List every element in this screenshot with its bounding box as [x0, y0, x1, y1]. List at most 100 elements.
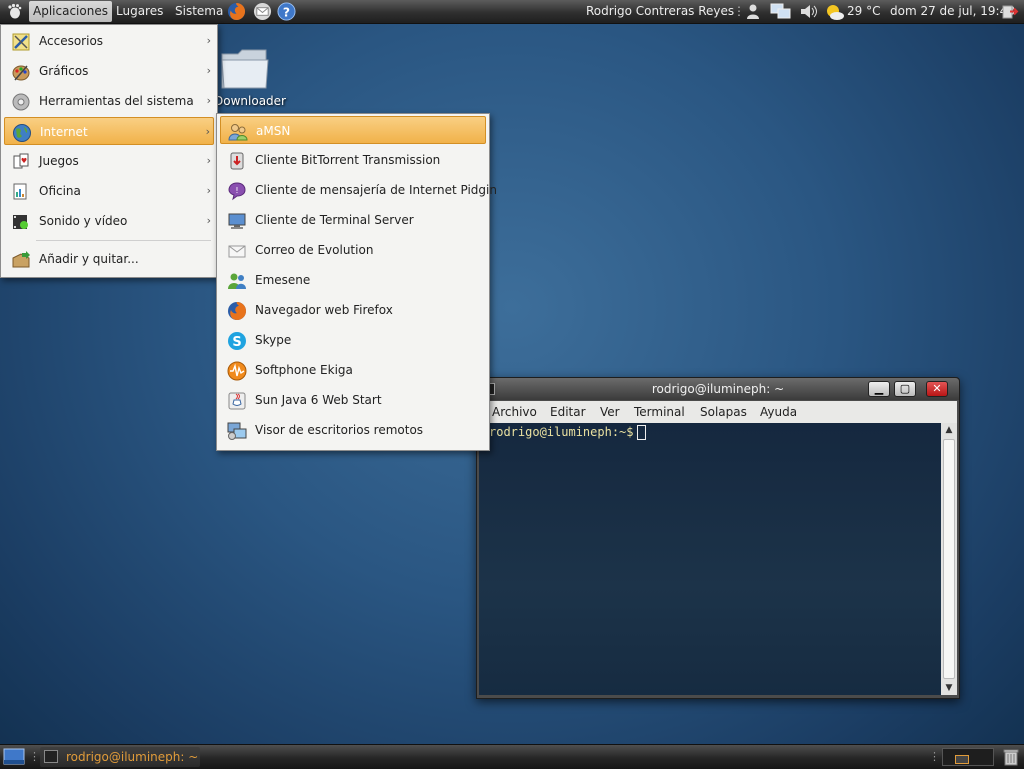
submenu-item-label: Visor de escritorios remotos — [255, 423, 424, 437]
help-launcher-icon[interactable]: ? — [277, 2, 296, 21]
minimize-icon: ▁ — [874, 382, 884, 395]
submenu-item-pidgin[interactable]: ! Cliente de mensajería de Internet Pidg… — [220, 176, 497, 204]
gnome-foot-icon[interactable] — [6, 3, 22, 19]
chevron-right-icon: › — [206, 184, 211, 197]
submenu-item-label: Cliente de mensajería de Internet Pidgin — [255, 183, 497, 197]
submenu-item-amsn[interactable]: aMSN — [220, 116, 486, 144]
menu-item-accesorios[interactable]: Accesorios › — [4, 27, 214, 55]
terminal-task-icon — [44, 750, 58, 763]
clock[interactable]: dom 27 de jul, 19:48 — [890, 0, 1015, 23]
top-panel: Aplicaciones Lugares Sistema ? Rodrigo C… — [0, 0, 1024, 24]
submenu-item-label: Softphone Ekiga — [255, 363, 353, 377]
skype-icon: S — [228, 332, 246, 350]
chevron-right-icon: › — [206, 154, 211, 167]
emesene-icon — [228, 273, 246, 289]
submenu-item-label: Sun Java 6 Web Start — [255, 393, 382, 407]
terminal-cursor — [636, 425, 646, 440]
terminal-output[interactable]: rodrigo@ilumineph:~$ — [479, 423, 941, 695]
desktop-icon-downloader[interactable]: Downloader — [214, 44, 286, 112]
terminal-menubar: Archivo Editar Ver Terminal Solapas Ayud… — [479, 401, 957, 423]
panel-handle[interactable]: ⋮ — [29, 747, 40, 767]
menu-item-herramientas[interactable]: Herramientas del sistema › — [4, 87, 214, 115]
workspace-switcher[interactable] — [942, 748, 994, 766]
folder-icon — [221, 49, 269, 89]
submenu-item-evolution[interactable]: Correo de Evolution — [220, 236, 486, 264]
amsn-icon — [228, 124, 248, 141]
submenu-item-terminal-server[interactable]: Cliente de Terminal Server — [220, 206, 486, 234]
firefox-launcher-icon[interactable] — [227, 2, 246, 21]
scrollbar-thumb[interactable] — [943, 439, 955, 679]
menu-separator — [36, 240, 211, 241]
menu-aplicaciones[interactable]: Aplicaciones — [29, 1, 112, 22]
chevron-right-icon: › — [206, 34, 211, 47]
ekiga-icon — [227, 361, 247, 381]
games-icon: ♥ — [13, 153, 29, 169]
office-icon — [13, 183, 27, 200]
mail-launcher-icon[interactable] — [253, 2, 272, 21]
menu-terminal[interactable]: Terminal — [634, 401, 685, 423]
taskbar-button-terminal[interactable]: rodrigo@ilumineph: ~ — [40, 747, 200, 767]
menu-item-label: Accesorios — [39, 34, 104, 48]
show-desktop-icon[interactable] — [3, 748, 25, 765]
java-icon — [228, 392, 246, 410]
terminal-prompt-line: rodrigo@ilumineph:~$ — [489, 425, 646, 440]
submenu-item-transmission[interactable]: Cliente BitTorrent Transmission — [220, 146, 486, 174]
terminal-server-icon — [228, 213, 246, 229]
maximize-icon: ▢ — [899, 382, 911, 395]
system-tools-icon — [12, 93, 30, 111]
user-switcher-icon[interactable] — [745, 3, 761, 20]
trash-icon[interactable] — [1002, 748, 1020, 766]
submenu-item-label: Cliente BitTorrent Transmission — [255, 153, 441, 167]
menu-item-internet[interactable]: Internet › — [4, 117, 214, 145]
network-icon[interactable] — [770, 3, 792, 20]
menu-ayuda[interactable]: Ayuda — [760, 401, 797, 423]
submenu-item-firefox[interactable]: Navegador web Firefox — [220, 296, 486, 324]
add-remove-icon — [12, 251, 30, 268]
minimize-button[interactable]: ▁ — [868, 381, 890, 397]
terminal-titlebar[interactable]: rodrigo@ilumineph: ~ ▁ ▢ ✕ — [477, 378, 959, 400]
internet-submenu: aMSN Cliente BitTorrent Transmission ! C… — [216, 113, 497, 451]
submenu-item-label: Cliente de Terminal Server — [255, 213, 414, 227]
chevron-right-icon: › — [205, 125, 210, 138]
menu-item-label: Gráficos — [39, 64, 89, 78]
transmission-icon — [230, 152, 244, 170]
submenu-item-label: Skype — [255, 333, 292, 347]
weather-temperature[interactable]: 29 °C — [847, 0, 880, 23]
menu-ver[interactable]: Ver — [600, 401, 620, 423]
menu-solapas[interactable]: Solapas — [700, 401, 747, 423]
remote-desktop-icon — [227, 422, 247, 440]
maximize-button[interactable]: ▢ — [894, 381, 916, 397]
menu-item-juegos[interactable]: ♥ Juegos › — [4, 147, 214, 175]
submenu-item-remote-desktop[interactable]: Visor de escritorios remotos — [220, 416, 486, 444]
scroll-up-icon[interactable]: ▲ — [941, 423, 957, 437]
terminal-scrollbar[interactable]: ▲ ▼ — [941, 423, 957, 695]
submenu-item-emesene[interactable]: Emesene — [220, 266, 486, 294]
scroll-down-icon[interactable]: ▼ — [941, 681, 957, 695]
submenu-item-label: Correo de Evolution — [255, 243, 374, 257]
menu-sistema[interactable]: Sistema — [175, 0, 223, 23]
menu-item-oficina[interactable]: Oficina › — [4, 177, 214, 205]
submenu-item-ekiga[interactable]: Softphone Ekiga — [220, 356, 486, 384]
chevron-right-icon: › — [206, 64, 211, 77]
close-button[interactable]: ✕ — [926, 381, 948, 397]
menu-lugares[interactable]: Lugares — [116, 0, 163, 23]
volume-icon[interactable] — [799, 4, 821, 19]
menu-item-graficos[interactable]: Gráficos › — [4, 57, 214, 85]
menu-item-sonido-video[interactable]: Sonido y vídeo › — [4, 207, 214, 235]
pidgin-icon: ! — [228, 182, 246, 201]
terminal-window[interactable]: rodrigo@ilumineph: ~ ▁ ▢ ✕ Archivo Edita… — [476, 377, 960, 699]
menu-item-anadir-quitar[interactable]: Añadir y quitar... — [4, 245, 214, 273]
menu-editar[interactable]: Editar — [550, 401, 586, 423]
workspace-1[interactable] — [955, 755, 969, 764]
weather-icon[interactable] — [825, 3, 845, 21]
menu-archivo[interactable]: Archivo — [492, 401, 537, 423]
svg-text:S: S — [232, 335, 241, 350]
internet-globe-icon — [13, 124, 31, 142]
submenu-item-skype[interactable]: S Skype — [220, 326, 486, 354]
user-name[interactable]: Rodrigo Contreras Reyes — [586, 0, 734, 23]
panel-handle-right[interactable]: ⋮ — [929, 747, 940, 767]
menu-item-label: Juegos — [39, 154, 79, 168]
sound-video-icon — [13, 215, 28, 229]
shutdown-icon[interactable] — [1002, 3, 1020, 20]
submenu-item-java-webstart[interactable]: Sun Java 6 Web Start — [220, 386, 486, 414]
